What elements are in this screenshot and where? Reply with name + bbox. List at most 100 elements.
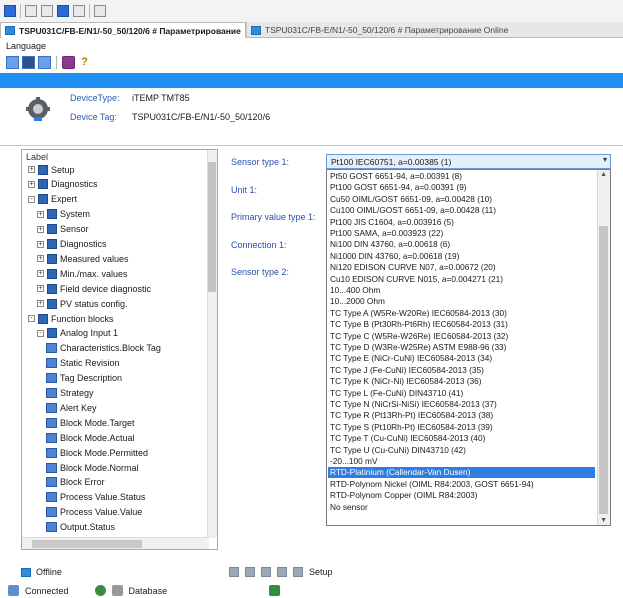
- dropdown-option[interactable]: Cu100 OIML/GOST 6651-09, a=0.00428 (11): [330, 205, 496, 216]
- tree-item[interactable]: - Analog Input 1: [37, 327, 118, 340]
- dropdown-option[interactable]: Cu10 EDISON CURVE N015, a=0.004271 (21): [330, 274, 503, 285]
- dropdown-option[interactable]: TC Type A (W5Re-W20Re) IEC60584-2013 (30…: [330, 308, 507, 319]
- upload-icon[interactable]: [245, 567, 255, 577]
- tree-item[interactable]: + Diagnostics: [37, 238, 107, 251]
- tree-item[interactable]: - Expert: [28, 193, 77, 206]
- dropdown-option[interactable]: TC Type K (NiCr-Ni) IEC60584-2013 (36): [330, 376, 482, 387]
- dropdown-option[interactable]: TC Type J (Fe-CuNi) IEC60584-2013 (35): [330, 365, 484, 376]
- dropdown-option[interactable]: No sensor: [330, 502, 368, 513]
- dropdown-option[interactable]: Ni100 DIN 43760, a=0.00618 (6): [330, 239, 450, 250]
- sensor-type-1-select[interactable]: Pt100 IEC60751, a=0.00385 (1) ▾: [326, 154, 611, 169]
- dropdown-option[interactable]: Pt100 JIS C1604, a=0.003916 (5): [330, 217, 454, 228]
- expand-icon[interactable]: +: [37, 285, 44, 293]
- tree-item[interactable]: + PV status config.: [37, 297, 128, 310]
- dropdown-option[interactable]: TC Type U (Cu-CuNi) DIN43710 (42): [330, 445, 466, 456]
- expand-icon[interactable]: +: [28, 166, 35, 173]
- view-icon[interactable]: [6, 55, 19, 69]
- collapse-icon[interactable]: -: [28, 315, 35, 322]
- write-icon[interactable]: [293, 567, 303, 577]
- tree-hscroll-thumb[interactable]: [32, 540, 142, 548]
- dropdown-option[interactable]: TC Type T (Cu-CuNi) IEC60584-2013 (40): [330, 433, 485, 444]
- dropdown-option[interactable]: Pt50 GOST 6651-94, a=0.00391 (8): [330, 171, 462, 182]
- tree-item[interactable]: Strategy: [46, 387, 94, 400]
- tree-item[interactable]: Static Revision: [46, 357, 120, 370]
- tree-horizontal-scrollbar[interactable]: [22, 537, 209, 549]
- dropdown-option[interactable]: TC Type C (W5Re-W26Re) IEC60584-2013 (32…: [330, 331, 508, 342]
- tab-parametrization-online[interactable]: TSPU031C/FB-E/N1/-50_50/120/6 # Параметр…: [245, 22, 513, 38]
- table-view-icon[interactable]: [22, 55, 35, 69]
- tree-item[interactable]: + Measured values: [37, 252, 129, 265]
- refresh-icon[interactable]: [229, 567, 239, 577]
- list-view-icon[interactable]: [38, 55, 51, 69]
- parameter-tree[interactable]: Label + Setup + Diagnostics - Expert + System + S…: [21, 149, 218, 550]
- tree-item[interactable]: Tag Description: [46, 372, 122, 385]
- dropdown-scrollbar[interactable]: ▲ ▼: [597, 170, 610, 525]
- dropdown-option[interactable]: TC Type D (W3Re-W25Re) ASTM E988-96 (33): [330, 342, 506, 353]
- tree-scroll-thumb[interactable]: [208, 162, 216, 292]
- collapse-icon[interactable]: -: [37, 329, 44, 337]
- dropdown-option[interactable]: Pt100 GOST 6651-94, a=0.00391 (9): [330, 182, 467, 193]
- dropdown-option[interactable]: -20...100 mV: [330, 456, 378, 467]
- dropdown-option[interactable]: RTD-Polynom Nickel (OIML R84:2003, GOST …: [330, 479, 534, 490]
- collapse-icon[interactable]: -: [28, 195, 35, 203]
- dropdown-option[interactable]: TC Type N (NiCrSi-NiSi) IEC60584-2013 (3…: [330, 399, 497, 410]
- expand-icon[interactable]: +: [37, 240, 44, 248]
- compare-icon[interactable]: [277, 567, 287, 577]
- new-document-icon[interactable]: [25, 5, 37, 17]
- tree-item[interactable]: Process Value.Status: [46, 491, 145, 504]
- dropdown-option[interactable]: TC Type R (Pt13Rh-Pt) IEC60584-2013 (38): [330, 410, 493, 421]
- tree-item[interactable]: + System: [37, 208, 90, 221]
- tree-item[interactable]: Block Mode.Normal: [46, 461, 139, 474]
- chevron-down-icon[interactable]: ▾: [603, 155, 607, 164]
- tree-item[interactable]: + Diagnostics: [28, 178, 98, 191]
- tree-item[interactable]: Block Mode.Target: [46, 416, 135, 429]
- tree-item[interactable]: Process Value.Value: [46, 506, 142, 519]
- expand-icon[interactable]: +: [37, 225, 44, 233]
- open-folder-icon[interactable]: [41, 5, 53, 17]
- dropdown-option[interactable]: RTD-Polynom Copper (OIML R84:2003): [330, 490, 478, 501]
- tree-item[interactable]: + Field device diagnostic: [37, 282, 151, 295]
- tree-item[interactable]: Alert Key: [46, 401, 97, 414]
- tree-item[interactable]: + Setup: [28, 163, 75, 176]
- tab-offline[interactable]: Offline: [36, 567, 62, 577]
- tab-parametrization[interactable]: TSPU031C/FB-E/N1/-50_50/120/6 # Параметр…: [0, 22, 246, 38]
- setup-button-label[interactable]: Setup: [309, 567, 333, 577]
- download-icon[interactable]: [261, 567, 271, 577]
- dropdown-option[interactable]: TC Type L (Fe-CuNi) DIN43710 (41): [330, 388, 463, 399]
- edit-pen-icon[interactable]: [62, 55, 75, 69]
- dropdown-option[interactable]: Ni120 EDISON CURVE N07, a=0.00672 (20): [330, 262, 496, 273]
- app-icon[interactable]: [4, 5, 16, 17]
- dropdown-scroll-thumb[interactable]: [599, 226, 608, 514]
- tree-item[interactable]: Block Error: [46, 476, 105, 489]
- tree-item[interactable]: Block Mode.Actual: [46, 431, 135, 444]
- tree-item[interactable]: Characteristics.Block Tag: [46, 342, 161, 355]
- dropdown-option[interactable]: RTD-Platinium (Callendar-Van Dusen): [328, 467, 595, 479]
- tree-item[interactable]: + Min./max. values: [37, 267, 128, 280]
- expand-icon[interactable]: +: [37, 270, 44, 278]
- print-icon[interactable]: [73, 5, 85, 17]
- tree-item[interactable]: + Sensor: [37, 223, 89, 236]
- expand-icon[interactable]: +: [28, 180, 35, 188]
- tree-item[interactable]: Output.Status: [46, 521, 115, 534]
- dropdown-option[interactable]: Pt100 SAMA, a=0.003923 (22): [330, 228, 443, 239]
- help-icon[interactable]: ?: [78, 56, 91, 69]
- expand-icon[interactable]: +: [37, 300, 44, 308]
- dropdown-option[interactable]: TC Type S (Pt10Rh-Pt) IEC60584-2013 (39): [330, 422, 493, 433]
- dropdown-option[interactable]: TC Type E (NiCr-CuNi) IEC60584-2013 (34): [330, 353, 492, 364]
- dropdown-option[interactable]: 10...400 Ohm: [330, 285, 380, 296]
- preview-icon[interactable]: [94, 5, 106, 17]
- expand-icon[interactable]: +: [37, 210, 44, 218]
- tree-item[interactable]: Block Mode.Permitted: [46, 446, 148, 459]
- tree-item[interactable]: - Function blocks: [28, 312, 114, 325]
- scroll-down-icon[interactable]: ▼: [600, 517, 607, 524]
- tree-vertical-scrollbar[interactable]: [207, 150, 217, 538]
- dropdown-option[interactable]: Cu50 OIML/GOST 6651-09, a=0.00428 (10): [330, 194, 492, 205]
- save-icon[interactable]: [57, 5, 69, 17]
- sensor-type-dropdown-list[interactable]: ▲ ▼ Pt50 GOST 6651-94, a=0.00391 (8) Pt10…: [326, 169, 611, 526]
- dropdown-option[interactable]: 10...2000 Ohm: [330, 296, 385, 307]
- dropdown-option[interactable]: TC Type B (Pt30Rh-Pt6Rh) IEC60584-2013 (…: [330, 319, 508, 330]
- scroll-up-icon[interactable]: ▲: [600, 171, 607, 178]
- expand-icon[interactable]: +: [37, 255, 44, 263]
- dropdown-option[interactable]: Ni1000 DIN 43760, a=0.00618 (19): [330, 251, 459, 262]
- menu-language[interactable]: Language: [6, 41, 46, 51]
